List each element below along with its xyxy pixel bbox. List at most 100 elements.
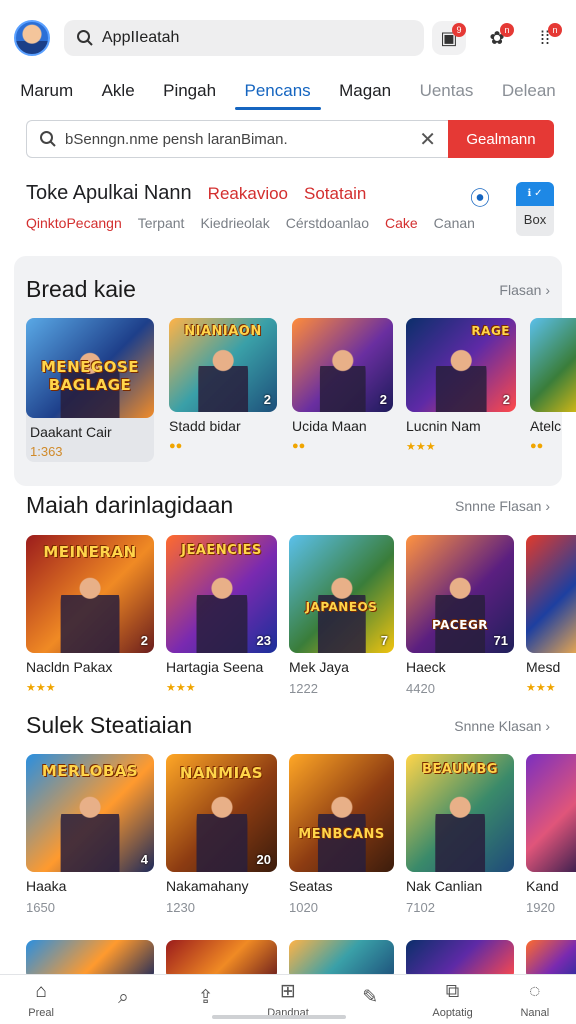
app-card[interactable]: JAPANEOS 7 Mek Jaya 1222	[289, 535, 394, 695]
app-card[interactable]: RAGE 2 Lucnin Nam ★★★	[406, 318, 516, 453]
tab-akle[interactable]: Akle	[98, 78, 139, 110]
app-art	[289, 940, 394, 974]
app-card[interactable]	[26, 940, 154, 974]
store-sub-link[interactable]: QinktoPecangn	[26, 215, 122, 231]
app-card[interactable]: MENEGOSE BAGLAGE Daakant Cair 1:363	[26, 318, 154, 462]
avatar[interactable]	[14, 20, 50, 56]
nav-apps[interactable]: ⧉ Aoptatig	[418, 981, 488, 1019]
app-art: MENBCANS	[289, 754, 394, 872]
app-card[interactable]: NANMIAS 20 Nakamahany 1230	[166, 754, 277, 914]
tab-pencans[interactable]: Pencans	[234, 78, 321, 110]
app-name: Haeck	[406, 659, 446, 675]
home-indicator	[212, 1015, 346, 1019]
filter-search: bSenngn.nme pensh laranBiman. ✕ Gealmann	[26, 120, 554, 158]
store-sub-link[interactable]: Cérstdoanlao	[286, 215, 369, 231]
app-name: Haaka	[26, 878, 67, 894]
notification-badge: n	[548, 23, 562, 37]
app-card[interactable]: PACEGR 71 Haeck 4420	[406, 535, 514, 695]
section-more-link[interactable]: Flasan ›	[499, 282, 550, 298]
upload-icon: ⇪	[197, 986, 214, 1008]
more-dots-icon[interactable]: ⁞⁞ n	[528, 21, 562, 55]
add-icon: ⊞	[280, 980, 296, 1002]
app-meta: 1:363	[30, 444, 63, 459]
app-art: RAGE 2	[406, 318, 516, 412]
section-title: Sulek Steatiaian	[26, 712, 193, 738]
app-card[interactable]: 2 Ucida Maan ●●	[292, 318, 393, 452]
app-name: Nacldn Pakax	[26, 659, 113, 675]
section-header: Sulek Steatiaian Snnne Klasan ›	[26, 712, 550, 739]
rating-stars: ●●	[530, 440, 544, 452]
app-art: MERLOBAS 4	[26, 754, 154, 872]
location-pin-icon[interactable]: ⦿	[470, 182, 490, 211]
nav-upload[interactable]: ⇪	[171, 987, 241, 1013]
app-art	[166, 940, 277, 974]
app-card[interactable]	[289, 940, 394, 974]
home-icon: ⌂	[35, 980, 47, 1002]
tab-pingah[interactable]: Pingah	[159, 78, 220, 110]
search-input[interactable]: AppIIeatah	[64, 20, 424, 56]
app-card[interactable]: Atelc ●●	[530, 318, 576, 452]
tab-uentas[interactable]: Uentas	[416, 78, 478, 110]
nav-profile[interactable]: ◌ Nanal	[500, 981, 570, 1019]
store-sub-link[interactable]: Canan	[434, 215, 475, 231]
chat-icon: ✎	[362, 986, 379, 1008]
section-header: Maiah darinlagidaan Snnne Flasan ›	[26, 492, 550, 519]
store-sub-link[interactable]: Kiedrieolak	[200, 215, 269, 231]
filter-input[interactable]: bSenngn.nme pensh laranBiman. ✕	[26, 120, 448, 158]
clear-icon[interactable]: ✕	[419, 127, 436, 152]
category-tabs: Marum Akle Pingah Pencans Magan Uentas D…	[0, 78, 576, 112]
store-tag[interactable]: Reakavioo	[208, 184, 288, 204]
app-name: Mesd	[526, 659, 561, 675]
nav-chat[interactable]: ✎	[335, 987, 405, 1013]
tab-delean[interactable]: Delean	[498, 78, 560, 110]
notification-badge: n	[500, 23, 514, 37]
tab-magan[interactable]: Magan	[335, 78, 395, 110]
section-more-link[interactable]: Snnne Klasan ›	[454, 718, 550, 734]
store-tag[interactable]: Sotatain	[304, 184, 366, 204]
nav-home[interactable]: ⌂ Preal	[6, 981, 76, 1019]
app-name: Atelc	[530, 418, 562, 434]
filter-submit-button[interactable]: Gealmann	[448, 120, 554, 158]
app-row-partial	[26, 940, 576, 974]
tab-marum[interactable]: Marum	[16, 78, 77, 110]
top-icons: ▣ 9 ✿ n ⁞⁞ n	[432, 21, 562, 55]
app-card[interactable]	[406, 940, 514, 974]
app-card[interactable]: Mesd ★★★	[526, 535, 576, 694]
store-sub-link[interactable]: Cake	[385, 215, 418, 231]
app-meta: 1020	[289, 900, 318, 914]
app-meta: 1222	[289, 681, 318, 695]
search-icon: ⌕	[118, 986, 129, 1008]
app-card[interactable]: Kand 1920	[526, 754, 576, 914]
app-name: Stadd bidar	[169, 418, 241, 434]
game-controller-icon[interactable]: ✿ n	[480, 21, 514, 55]
app-meta: 1650	[26, 900, 55, 914]
app-art	[526, 754, 576, 872]
app-badge-icon[interactable]: ▣ 9	[432, 21, 466, 55]
apps-icon: ⧉	[445, 980, 460, 1002]
rating-stars: ★★★	[166, 682, 196, 694]
app-art	[530, 318, 576, 412]
app-card[interactable]: JEAENCIES 23 Hartagia Seena ★★★	[166, 535, 277, 694]
nav-label: Aoptatig	[432, 1006, 473, 1019]
app-card[interactable]: MERLOBAS 4 Haaka 1650	[26, 754, 154, 914]
nav-search[interactable]: ⌕	[88, 987, 158, 1013]
section-more-link[interactable]: Snnne Flasan ›	[455, 498, 550, 514]
box-button-top: ℹ ✓	[516, 182, 554, 206]
box-button[interactable]: ℹ ✓ Box	[516, 182, 554, 236]
app-art: PACEGR 71	[406, 535, 514, 653]
app-name: Daakant Cair	[30, 424, 112, 440]
store-sub-link[interactable]: Terpant	[138, 215, 185, 231]
notification-badge: 9	[452, 23, 466, 37]
app-art	[26, 940, 154, 974]
app-card[interactable]	[166, 940, 277, 974]
nav-add[interactable]: ⊞ Dandnat	[253, 981, 323, 1019]
rating-stars: ★★★	[526, 682, 556, 694]
app-art	[406, 940, 514, 974]
app-art: JAPANEOS 7	[289, 535, 394, 653]
filter-text: bSenngn.nme pensh laranBiman.	[65, 130, 288, 148]
app-card[interactable]: BEAUMBG Nak Canlian 7102	[406, 754, 514, 914]
app-card[interactable]: MEINERAN 2 Nacldn Pakax ★★★	[26, 535, 154, 694]
app-card[interactable]: MENBCANS Seatas 1020	[289, 754, 394, 914]
app-card[interactable]	[526, 940, 576, 974]
app-card[interactable]: NIANIAON 2 Stadd bidar ●●	[169, 318, 277, 452]
